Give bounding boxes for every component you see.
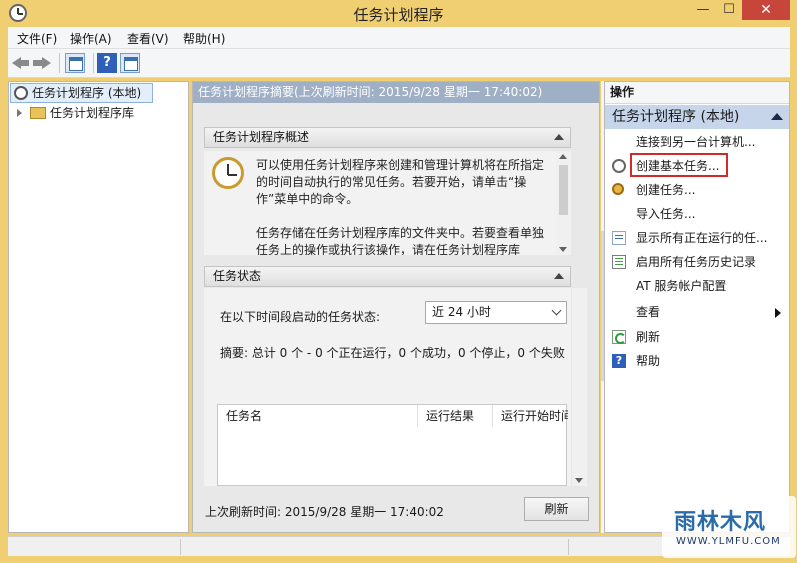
- last-refresh-time: 上次刷新时间: 2015/9/28 星期一 17:40:02: [205, 505, 444, 519]
- window-title: 任务计划程序: [353, 6, 444, 24]
- scroll-thumb[interactable]: [559, 165, 568, 215]
- overview-text: 可以使用任务计划程序来创建和管理计算机将在所指定的时间自动执行的常见任务。若要开…: [256, 157, 546, 255]
- action-show-running[interactable]: 显示所有正在运行的任...: [605, 227, 789, 249]
- status-section-header[interactable]: 任务状态: [204, 266, 571, 287]
- create-task-icon: [612, 183, 624, 195]
- action-create-basic-task[interactable]: 创建基本任务...: [605, 153, 789, 177]
- minimize-button[interactable]: —: [690, 0, 716, 20]
- menu-action[interactable]: 操作(A): [70, 30, 112, 47]
- action-create-task[interactable]: 创建任务...: [605, 179, 789, 201]
- actions-header: 操作: [605, 82, 789, 104]
- refresh-icon: [612, 330, 626, 344]
- overview-section-header[interactable]: 任务计划程序概述: [204, 127, 571, 148]
- column-header-run-result[interactable]: 运行结果: [418, 405, 493, 427]
- status-content: 在以下时间段启动的任务状态: 近 24 小时 摘要: 总计 0 个 - 0 个正…: [204, 288, 571, 486]
- column-header-task-name[interactable]: 任务名: [218, 405, 418, 427]
- site-watermark-logo: 雨林木风 WWW.YLMFU.COM: [662, 496, 796, 558]
- menu-help[interactable]: 帮助(H): [183, 30, 225, 47]
- pane-scrollbar[interactable]: [572, 288, 587, 486]
- action-label: 连接到另一台计算机...: [636, 135, 756, 149]
- action-view[interactable]: 查看: [605, 301, 789, 323]
- show-action-pane-icon[interactable]: [120, 53, 140, 73]
- action-label: 启用所有任务历史记录: [636, 255, 757, 269]
- close-button[interactable]: ✕: [742, 0, 790, 20]
- actions-pane: 操作 任务计划程序 (本地) 连接到另一台计算机... 创建基本任务... 创建…: [604, 81, 790, 533]
- show-console-tree-icon[interactable]: [65, 53, 85, 73]
- tree-item-label: 任务计划程序库: [50, 106, 135, 120]
- overview-content: 可以使用任务计划程序来创建和管理计算机将在所指定的时间自动执行的常见任务。若要开…: [204, 151, 556, 255]
- help-icon: ?: [612, 354, 626, 368]
- chevron-down-icon: [551, 305, 562, 316]
- scroll-up-icon[interactable]: [559, 154, 567, 159]
- maximize-button[interactable]: ☐: [716, 0, 742, 20]
- menu-view[interactable]: 查看(V): [127, 30, 169, 47]
- action-label: 创建任务...: [636, 183, 696, 197]
- actions-group-header[interactable]: 任务计划程序 (本地): [605, 105, 789, 129]
- section-title: 任务计划程序概述: [213, 130, 310, 144]
- status-bar-divider: [568, 539, 569, 555]
- collapse-icon[interactable]: [554, 134, 564, 140]
- action-label: 刷新: [636, 330, 661, 344]
- action-label: 导入任务...: [636, 207, 696, 221]
- overview-scrollbar[interactable]: [556, 151, 571, 255]
- back-arrow-icon[interactable]: [11, 53, 31, 73]
- toolbar-divider: [93, 53, 94, 73]
- menu-bar: 文件(F) 操作(A) 查看(V) 帮助(H): [8, 27, 790, 49]
- help-icon[interactable]: ?: [97, 53, 117, 73]
- status-period-label: 在以下时间段启动的任务状态:: [220, 310, 381, 324]
- action-at-service-config[interactable]: AT 服务帐户配置: [605, 275, 789, 297]
- clock-icon: [14, 86, 28, 100]
- action-connect-computer[interactable]: 连接到另一台计算机...: [605, 131, 789, 153]
- highlight-box: [630, 153, 728, 177]
- toolbar: ?: [8, 49, 790, 78]
- overview-paragraph: 可以使用任务计划程序来创建和管理计算机将在所指定的时间自动执行的常见任务。若要开…: [256, 158, 545, 206]
- action-help[interactable]: ? 帮助: [605, 350, 789, 372]
- history-log-icon: [612, 255, 626, 269]
- action-refresh[interactable]: 刷新: [605, 326, 789, 348]
- action-enable-history[interactable]: 启用所有任务历史记录: [605, 251, 789, 273]
- folder-clock-icon: [30, 107, 46, 119]
- toolbar-divider: [59, 53, 60, 73]
- scroll-down-icon[interactable]: [559, 247, 567, 252]
- status-period-select[interactable]: 近 24 小时: [425, 301, 567, 324]
- status-bar-divider: [180, 539, 181, 555]
- selected-period: 近 24 小时: [432, 305, 491, 319]
- action-label: 显示所有正在运行的任...: [636, 231, 768, 245]
- summary-header: 任务计划程序摘要(上次刷新时间: 2015/9/28 星期一 17:40:02): [193, 82, 599, 103]
- title-bar: 任务计划程序 — ☐ ✕: [0, 0, 797, 27]
- console-tree: 任务计划程序 (本地) 任务计划程序库: [8, 81, 189, 533]
- status-summary: 摘要: 总计 0 个 - 0 个正在运行，0 个成功，0 个停止，0 个失败: [220, 346, 565, 360]
- collapse-icon[interactable]: [554, 273, 564, 279]
- action-label: 查看: [636, 305, 661, 319]
- tree-item-root[interactable]: 任务计划程序 (本地): [10, 83, 153, 103]
- section-title: 任务状态: [213, 269, 262, 283]
- action-label: AT 服务帐户配置: [636, 279, 727, 293]
- summary-pane: 任务计划程序摘要(上次刷新时间: 2015/9/28 星期一 17:40:02)…: [192, 81, 600, 533]
- tree-item-library[interactable]: 任务计划程序库: [17, 104, 134, 124]
- action-label: 帮助: [636, 354, 661, 368]
- overview-paragraph: 任务存储在任务计划程序库的文件夹中。若要查看单独任务上的操作或执行该操作，请在任…: [256, 226, 545, 255]
- scroll-down-icon[interactable]: [575, 478, 583, 483]
- watermark-text: 雨林木风: [674, 510, 767, 535]
- running-tasks-icon: [612, 231, 626, 245]
- actions-group-title: 任务计划程序 (本地): [612, 109, 740, 125]
- task-status-table: 任务名 运行结果 运行开始时间: [217, 404, 568, 486]
- column-header-run-start[interactable]: 运行开始时间: [493, 405, 568, 427]
- tree-item-label: 任务计划程序 (本地): [32, 86, 142, 100]
- watermark-url: WWW.YLMFU.COM: [676, 536, 781, 547]
- refresh-button[interactable]: 刷新: [524, 497, 589, 521]
- task-scheduler-clock-icon: [212, 157, 244, 189]
- expand-arrow-icon[interactable]: [17, 109, 22, 117]
- action-import-task[interactable]: 导入任务...: [605, 203, 789, 225]
- task-clock-icon: [612, 159, 626, 173]
- menu-file[interactable]: 文件(F): [17, 30, 57, 47]
- collapse-icon[interactable]: [771, 113, 783, 120]
- forward-arrow-icon[interactable]: [32, 53, 52, 73]
- submenu-arrow-icon: [775, 308, 781, 318]
